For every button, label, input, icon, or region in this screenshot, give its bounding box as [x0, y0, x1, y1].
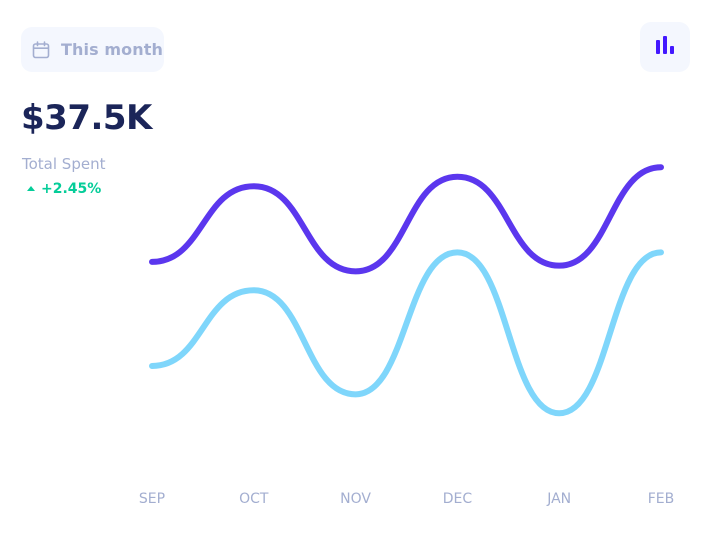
- date-filter-button[interactable]: This month: [21, 27, 164, 72]
- series-line-2: [149, 249, 664, 417]
- calendar-icon: [32, 40, 50, 59]
- line-chart: SEP OCT NOV DEC JAN FEB: [139, 164, 675, 507]
- x-tick-label: NOV: [340, 491, 371, 507]
- series-line-1: [149, 164, 664, 275]
- date-filter-label: This month: [61, 40, 163, 59]
- x-tick-label: DEC: [443, 491, 473, 507]
- delta-value: +2.45%: [41, 181, 102, 197]
- x-tick-label: SEP: [139, 491, 165, 507]
- arrow-up-icon: [27, 186, 35, 191]
- bar-chart-icon: [655, 35, 675, 59]
- x-tick-label: FEB: [648, 491, 675, 507]
- x-tick-label: OCT: [239, 491, 269, 507]
- metric-label: Total Spent: [22, 155, 106, 173]
- chart-type-button[interactable]: [640, 22, 690, 72]
- delta-indicator: +2.45%: [27, 180, 101, 198]
- spending-card: SEP OCT NOV DEC JAN FEB This month $37.5K Tot…: [0, 0, 710, 533]
- x-tick-label: JAN: [546, 491, 571, 507]
- total-amount: $37.5K: [21, 98, 152, 138]
